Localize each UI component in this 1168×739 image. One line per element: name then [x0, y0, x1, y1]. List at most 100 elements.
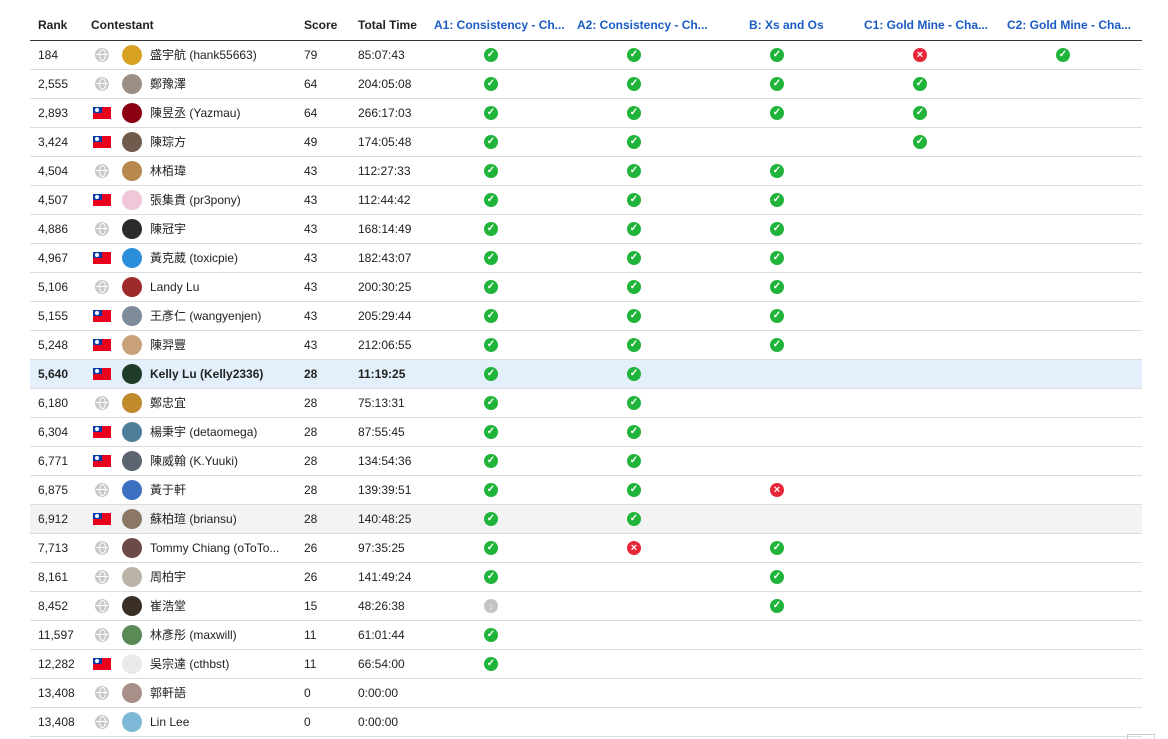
checkmark-icon[interactable]: ✓: [770, 251, 784, 265]
avatar[interactable]: [122, 567, 142, 587]
checkmark-icon[interactable]: ✓: [484, 367, 498, 381]
contestant-name[interactable]: 楊秉宇 (detaomega): [150, 418, 257, 446]
header-contestant[interactable]: Contestant: [91, 18, 154, 32]
table-row[interactable]: 12,282 吳宗達 (cthbst) 11 66:54:00 ✓: [30, 650, 1142, 679]
table-row[interactable]: 4,886 陳冠宇 43 168:14:49 ✓ ✓ ✓: [30, 215, 1142, 244]
checkmark-icon[interactable]: ✓: [627, 309, 641, 323]
contestant-name[interactable]: 崔浩堂: [150, 592, 186, 620]
checkmark-icon[interactable]: ✓: [770, 570, 784, 584]
contestant-name[interactable]: 盛宇航 (hank55663): [150, 41, 257, 69]
checkmark-icon[interactable]: ✓: [627, 164, 641, 178]
checkmark-icon[interactable]: ✓: [627, 77, 641, 91]
checkmark-icon[interactable]: ✓: [770, 541, 784, 555]
error-x-icon[interactable]: ×: [627, 541, 641, 555]
avatar[interactable]: [122, 74, 142, 94]
header-problem-c1[interactable]: C1: Gold Mine - Cha...: [864, 18, 988, 32]
checkmark-icon[interactable]: ✓: [770, 222, 784, 236]
checkmark-icon[interactable]: ✓: [627, 48, 641, 62]
avatar[interactable]: [122, 306, 142, 326]
checkmark-icon[interactable]: ✓: [627, 280, 641, 294]
checkmark-icon[interactable]: ✓: [484, 106, 498, 120]
contestant-name[interactable]: 吳宗達 (cthbst): [150, 650, 229, 678]
checkmark-icon[interactable]: ✓: [627, 135, 641, 149]
avatar[interactable]: [122, 596, 142, 616]
contestant-name[interactable]: Lin Lee: [150, 708, 189, 736]
table-row[interactable]: 3,424 陳琮方 49 174:05:48 ✓ ✓ ✓: [30, 128, 1142, 157]
table-row[interactable]: 5,640 Kelly Lu (Kelly2336) 28 11:19:25 ✓ ✓: [30, 360, 1142, 389]
checkmark-icon[interactable]: ✓: [627, 454, 641, 468]
avatar[interactable]: [122, 654, 142, 674]
header-total-time[interactable]: Total Time: [358, 18, 417, 32]
contestant-name[interactable]: 蘇柏瑄 (briansu): [150, 505, 237, 533]
checkmark-icon[interactable]: ✓: [484, 135, 498, 149]
avatar[interactable]: [122, 422, 142, 442]
avatar[interactable]: [122, 219, 142, 239]
table-row[interactable]: 2,555 鄭豫澤 64 204:05:08 ✓ ✓ ✓ ✓: [30, 70, 1142, 99]
table-row[interactable]: 5,155 王彥仁 (wangyenjen) 43 205:29:44 ✓ ✓ ✓: [30, 302, 1142, 331]
checkmark-icon[interactable]: ✓: [484, 193, 498, 207]
checkmark-icon[interactable]: ✓: [913, 77, 927, 91]
checkmark-icon[interactable]: ✓: [484, 338, 498, 352]
checkmark-icon[interactable]: ✓: [770, 280, 784, 294]
checkmark-icon[interactable]: ✓: [913, 106, 927, 120]
contestant-name[interactable]: 王彥仁 (wangyenjen): [150, 302, 261, 330]
table-row[interactable]: 11,597 林彥彤 (maxwill) 11 61:01:44 ✓: [30, 621, 1142, 650]
contestant-name[interactable]: 林栢瑋: [150, 157, 186, 185]
avatar[interactable]: [122, 480, 142, 500]
checkmark-icon[interactable]: ✓: [484, 628, 498, 642]
table-row[interactable]: 6,875 黃于軒 28 139:39:51 ✓ ✓ ×: [30, 476, 1142, 505]
table-row[interactable]: 2,893 陳昱丞 (Yazmau) 64 266:17:03 ✓ ✓ ✓ ✓: [30, 99, 1142, 128]
checkmark-icon[interactable]: ✓: [770, 193, 784, 207]
checkmark-icon[interactable]: ✓: [484, 454, 498, 468]
table-row[interactable]: 4,504 林栢瑋 43 112:27:33 ✓ ✓ ✓: [30, 157, 1142, 186]
avatar[interactable]: [122, 248, 142, 268]
avatar[interactable]: [122, 277, 142, 297]
pending-icon[interactable]: ↓: [484, 599, 498, 613]
contestant-name[interactable]: 鄭忠宜: [150, 389, 186, 417]
avatar[interactable]: [122, 451, 142, 471]
header-score[interactable]: Score: [304, 18, 337, 32]
contestant-name[interactable]: 陳昱丞 (Yazmau): [150, 99, 240, 127]
table-row[interactable]: 184 盛宇航 (hank55663) 79 85:07:43 ✓ ✓ ✓ × ✓: [30, 41, 1142, 70]
checkmark-icon[interactable]: ✓: [627, 396, 641, 410]
avatar[interactable]: [122, 538, 142, 558]
checkmark-icon[interactable]: ✓: [627, 106, 641, 120]
checkmark-icon[interactable]: ✓: [484, 512, 498, 526]
checkmark-icon[interactable]: ✓: [627, 338, 641, 352]
checkmark-icon[interactable]: ✓: [484, 483, 498, 497]
checkmark-icon[interactable]: ✓: [484, 570, 498, 584]
checkmark-icon[interactable]: ✓: [484, 280, 498, 294]
avatar[interactable]: [122, 132, 142, 152]
contestant-name[interactable]: 張集貴 (pr3pony): [150, 186, 241, 214]
checkmark-icon[interactable]: ✓: [913, 135, 927, 149]
table-row[interactable]: 6,180 鄭忠宜 28 75:13:31 ✓ ✓: [30, 389, 1142, 418]
checkmark-icon[interactable]: ✓: [770, 309, 784, 323]
contestant-name[interactable]: 郭軒語: [150, 679, 186, 707]
checkmark-icon[interactable]: ✓: [770, 338, 784, 352]
checkmark-icon[interactable]: ✓: [627, 193, 641, 207]
checkmark-icon[interactable]: ✓: [770, 77, 784, 91]
header-problem-a1[interactable]: A1: Consistency - Ch...: [434, 18, 565, 32]
checkmark-icon[interactable]: ✓: [484, 77, 498, 91]
header-problem-c2[interactable]: C2: Gold Mine - Cha...: [1007, 18, 1131, 32]
checkmark-icon[interactable]: ✓: [484, 164, 498, 178]
table-row[interactable]: 4,967 黃克葳 (toxicpie) 43 182:43:07 ✓ ✓ ✓: [30, 244, 1142, 273]
table-row[interactable]: 4,507 張集貴 (pr3pony) 43 112:44:42 ✓ ✓ ✓: [30, 186, 1142, 215]
contestant-name[interactable]: 陳冠宇: [150, 215, 186, 243]
header-problem-b[interactable]: B: Xs and Os: [749, 18, 824, 32]
checkmark-icon[interactable]: ✓: [770, 599, 784, 613]
table-row[interactable]: 13,408 Lin Lee 0 0:00:00: [30, 708, 1142, 737]
avatar[interactable]: [122, 45, 142, 65]
checkmark-icon[interactable]: ✓: [484, 657, 498, 671]
checkmark-icon[interactable]: ✓: [627, 483, 641, 497]
table-row[interactable]: 6,912 蘇柏瑄 (briansu) 28 140:48:25 ✓ ✓: [30, 505, 1142, 534]
table-row[interactable]: 6,304 楊秉宇 (detaomega) 28 87:55:45 ✓ ✓: [30, 418, 1142, 447]
table-row[interactable]: 8,161 周柏宇 26 141:49:24 ✓ ✓: [30, 563, 1142, 592]
contestant-name[interactable]: Kelly Lu (Kelly2336): [150, 360, 263, 388]
checkmark-icon[interactable]: ✓: [484, 309, 498, 323]
avatar[interactable]: [122, 364, 142, 384]
checkmark-icon[interactable]: ✓: [484, 251, 498, 265]
checkmark-icon[interactable]: ✓: [770, 164, 784, 178]
header-rank[interactable]: Rank: [38, 18, 67, 32]
contestant-name[interactable]: Landy Lu: [150, 273, 199, 301]
